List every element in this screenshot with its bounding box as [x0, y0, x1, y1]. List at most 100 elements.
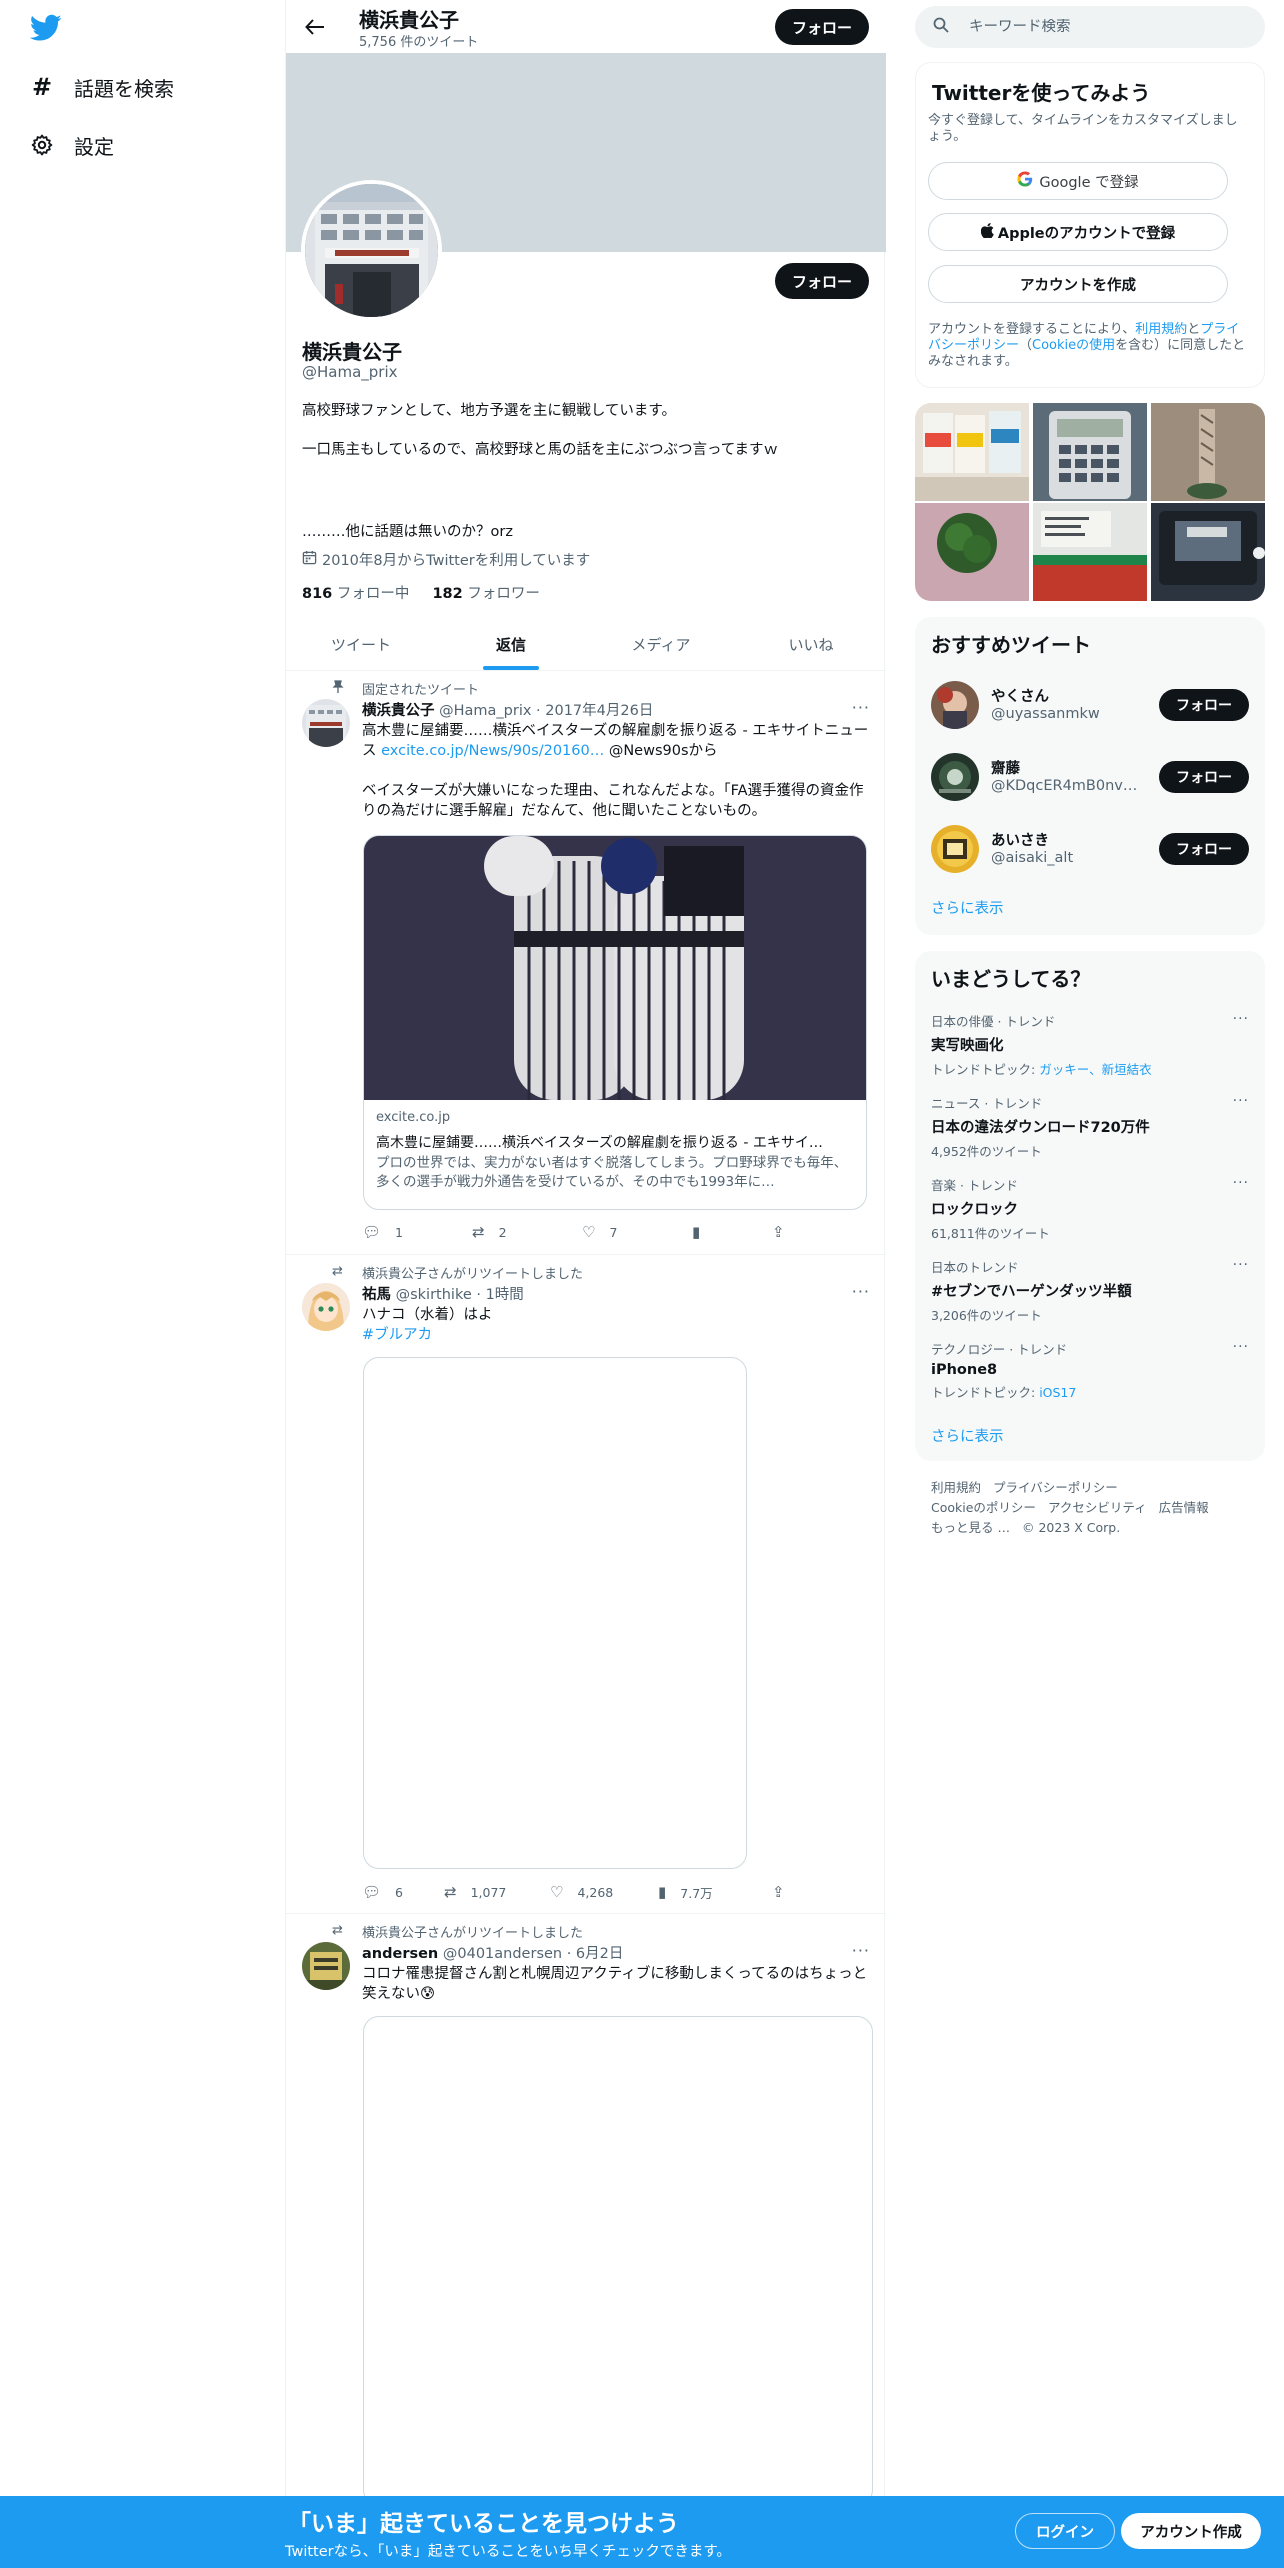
trend-item[interactable]: 日本の俳優 · トレンド 実写映画化 トレンドトピック: ガッキー、新垣結衣 ·… — [931, 1011, 1249, 1081]
terms-text: （ — [1019, 338, 1033, 353]
follow-button[interactable]: フォロー — [1159, 689, 1249, 721]
more-options-icon[interactable]: ··· — [1233, 1257, 1249, 1273]
follow-button[interactable]: フォロー — [1159, 761, 1249, 793]
footer-terms-link[interactable]: 利用規約 — [931, 1480, 981, 1495]
gear-icon — [28, 131, 56, 159]
tweet-avatar[interactable] — [302, 1942, 350, 1990]
reply-button[interactable]: 💬︎ 1 — [362, 1222, 472, 1242]
more-options-icon[interactable]: ··· — [852, 1282, 870, 1301]
tweet-retweeted-2[interactable]: ⇄ 横浜貴公子さんがリツイートしました andersen @0401anders… — [286, 1914, 886, 2506]
tweet-media[interactable] — [363, 1357, 747, 1869]
terms-link[interactable]: 利用規約 — [1135, 322, 1187, 337]
tweet-pinned[interactable]: 固定されたツイート 横浜貴公子 @Hama_prix · 2017年4月26日 … — [286, 671, 886, 1255]
tweet-actions: 💬︎ 6 ⇄ 1,077 ♡ 4,268 ▮ 7.7万 ⇪ — [362, 1882, 802, 1902]
footer-more-link[interactable]: もっと見る … — [931, 1520, 1010, 1535]
tweet-author-name[interactable]: 祐馬 — [362, 1287, 391, 1303]
more-options-icon[interactable]: ··· — [852, 1941, 870, 1960]
retweet-button[interactable]: ⇄ 2 — [472, 1222, 582, 1242]
trend-item[interactable]: 音楽 · トレンド ロックロック 61,811件のツイート ··· — [931, 1175, 1249, 1245]
profile-avatar[interactable] — [301, 180, 442, 321]
back-arrow-icon[interactable] — [300, 12, 330, 42]
tweet-link[interactable]: excite.co.jp/News/90s/20160… — [381, 743, 604, 759]
profile-bio-line3: ………他に話題は無いのか？orz — [302, 524, 513, 540]
create-account-button[interactable]: アカウントを作成 — [928, 265, 1228, 303]
tweet-hashtag[interactable]: #ブルアカ — [362, 1325, 874, 1345]
more-options-icon[interactable]: ··· — [1233, 1175, 1249, 1191]
signup-card-title: Twitterを使ってみよう — [932, 81, 1151, 105]
retweet-icon: ⇄ — [444, 1883, 457, 1901]
trend-extra-text: トレンドトピック: — [931, 1062, 1040, 1077]
user-name[interactable]: 齋藤 — [991, 757, 1020, 778]
bottom-bar-subtitle: Twitterなら、「いま」起きていることをいち早くチェックできます。 — [285, 2544, 731, 2560]
google-signup-button[interactable]: Google で登録 — [928, 162, 1228, 200]
views-button[interactable]: ▮ 7.7万 — [658, 1882, 772, 1902]
user-name[interactable]: あいさき — [991, 829, 1049, 850]
tweet-social-context: 固定されたツイート — [362, 683, 480, 698]
tweet-avatar[interactable] — [302, 1283, 350, 1331]
suggested-user[interactable]: あいさき @aisaki_alt フォロー — [931, 821, 1249, 877]
more-options-icon[interactable]: ··· — [852, 698, 870, 717]
reply-count: 6 — [395, 1884, 403, 1900]
nav-settings[interactable]: 設定 — [28, 125, 114, 165]
trend-topic-link[interactable]: iOS17 — [1039, 1385, 1076, 1400]
user-avatar[interactable] — [931, 753, 979, 801]
suggested-user[interactable]: 齋藤 @KDqcER4mB0nvQ... フォロー — [931, 749, 1249, 805]
user-avatar[interactable] — [931, 681, 979, 729]
tab-likes[interactable]: いいね — [736, 618, 886, 670]
cookie-link[interactable]: Cookieの使用 — [1032, 338, 1115, 353]
share-button[interactable]: ⇪ — [772, 1222, 802, 1242]
views-button[interactable]: ▮ — [692, 1222, 772, 1242]
left-navigation: # 話題を検索 設定 — [0, 0, 285, 2568]
search-box[interactable] — [915, 6, 1265, 48]
tab-replies[interactable]: 返信 — [436, 618, 586, 670]
tweet-retweeted[interactable]: ⇄ 横浜貴公子さんがリツイートしました 祐馬 @skirthike · 1時間 … — [286, 1255, 886, 1914]
followers-link[interactable]: 182 フォロワー — [432, 586, 539, 602]
user-handle: @KDqcER4mB0nvQ... — [991, 778, 1141, 794]
trend-item[interactable]: ニュース · トレンド 日本の違法ダウンロード720万件 4,952件のツイート… — [931, 1093, 1249, 1163]
like-button[interactable]: ♡ 4,268 — [550, 1882, 658, 1902]
suggested-show-more[interactable]: さらに表示 — [931, 897, 1004, 918]
trend-item[interactable]: テクノロジー · トレンド iPhone8 トレンドトピック: iOS17 ··… — [931, 1339, 1249, 1409]
share-button[interactable]: ⇪ — [772, 1882, 802, 1902]
nav-explore[interactable]: # 話題を検索 — [28, 67, 174, 107]
link-card[interactable]: excite.co.jp 高木豊に屋鋪要……横浜ベイスターズの解雇劇を振り返る … — [363, 835, 867, 1210]
more-options-icon[interactable]: ··· — [1233, 1093, 1249, 1109]
follow-button[interactable]: フォロー — [1159, 833, 1249, 865]
header-follow-button[interactable]: フォロー — [775, 9, 869, 45]
tweet-author-name[interactable]: andersen — [362, 1946, 438, 1962]
search-input[interactable] — [969, 19, 1229, 35]
trend-item[interactable]: 日本のトレンド #セブンでハーゲンダッツ半額 3,206件のツイート ··· — [931, 1257, 1249, 1327]
suggested-user[interactable]: やくさん @uyassanmkw フォロー — [931, 677, 1249, 733]
more-options-icon[interactable]: ··· — [1233, 1339, 1249, 1355]
signup-button[interactable]: アカウント作成 — [1121, 2513, 1261, 2549]
more-options-icon[interactable]: ··· — [1233, 1011, 1249, 1027]
login-button[interactable]: ログイン — [1015, 2513, 1115, 2549]
tweet-media[interactable] — [363, 2016, 873, 2506]
trend-category: テクノロジー · トレンド — [931, 1342, 1068, 1357]
user-name[interactable]: やくさん — [991, 685, 1049, 706]
following-link[interactable]: 816 フォロー中 — [302, 586, 409, 602]
user-avatar[interactable] — [931, 825, 979, 873]
retweet-small-icon: ⇄ — [332, 1923, 343, 1938]
footer-links: 利用規約 プライバシーポリシー Cookieのポリシー アクセシビリティ 広告情報 も… — [931, 1478, 1251, 1538]
reply-button[interactable]: 💬︎ 6 — [362, 1882, 444, 1902]
apple-signup-button[interactable]: Appleのアカウントで登録 — [928, 213, 1228, 251]
tab-tweets[interactable]: ツイート — [286, 618, 436, 670]
trends-show-more[interactable]: さらに表示 — [931, 1425, 1004, 1446]
main-column: 横浜貴公子 5,756 件のツイート フォロー フォロー 横浜貴公子 @Hama… — [285, 0, 886, 2568]
footer-accessibility-link[interactable]: アクセシビリティ — [1048, 1500, 1147, 1515]
tweet-author-name[interactable]: 横浜貴公子 — [362, 703, 435, 719]
retweet-button[interactable]: ⇄ 1,077 — [444, 1882, 550, 1902]
tweet-avatar[interactable] — [302, 699, 350, 747]
footer-cookie-link[interactable]: Cookieのポリシー — [931, 1500, 1036, 1515]
nav-explore-label: 話題を検索 — [74, 76, 174, 101]
media-thumb-2 — [1033, 403, 1147, 501]
tweet-meta: @skirthike · 1時間 — [395, 1287, 524, 1303]
twitter-bird-icon[interactable] — [29, 14, 62, 42]
footer-ads-link[interactable]: 広告情報 — [1159, 1500, 1209, 1515]
tab-media[interactable]: メディア — [586, 618, 736, 670]
trend-topic-link[interactable]: ガッキー、新垣結衣 — [1039, 1062, 1151, 1077]
like-button[interactable]: ♡ 7 — [582, 1222, 692, 1242]
profile-follow-button[interactable]: フォロー — [775, 263, 869, 299]
footer-privacy-link[interactable]: プライバシーポリシー — [993, 1480, 1118, 1495]
